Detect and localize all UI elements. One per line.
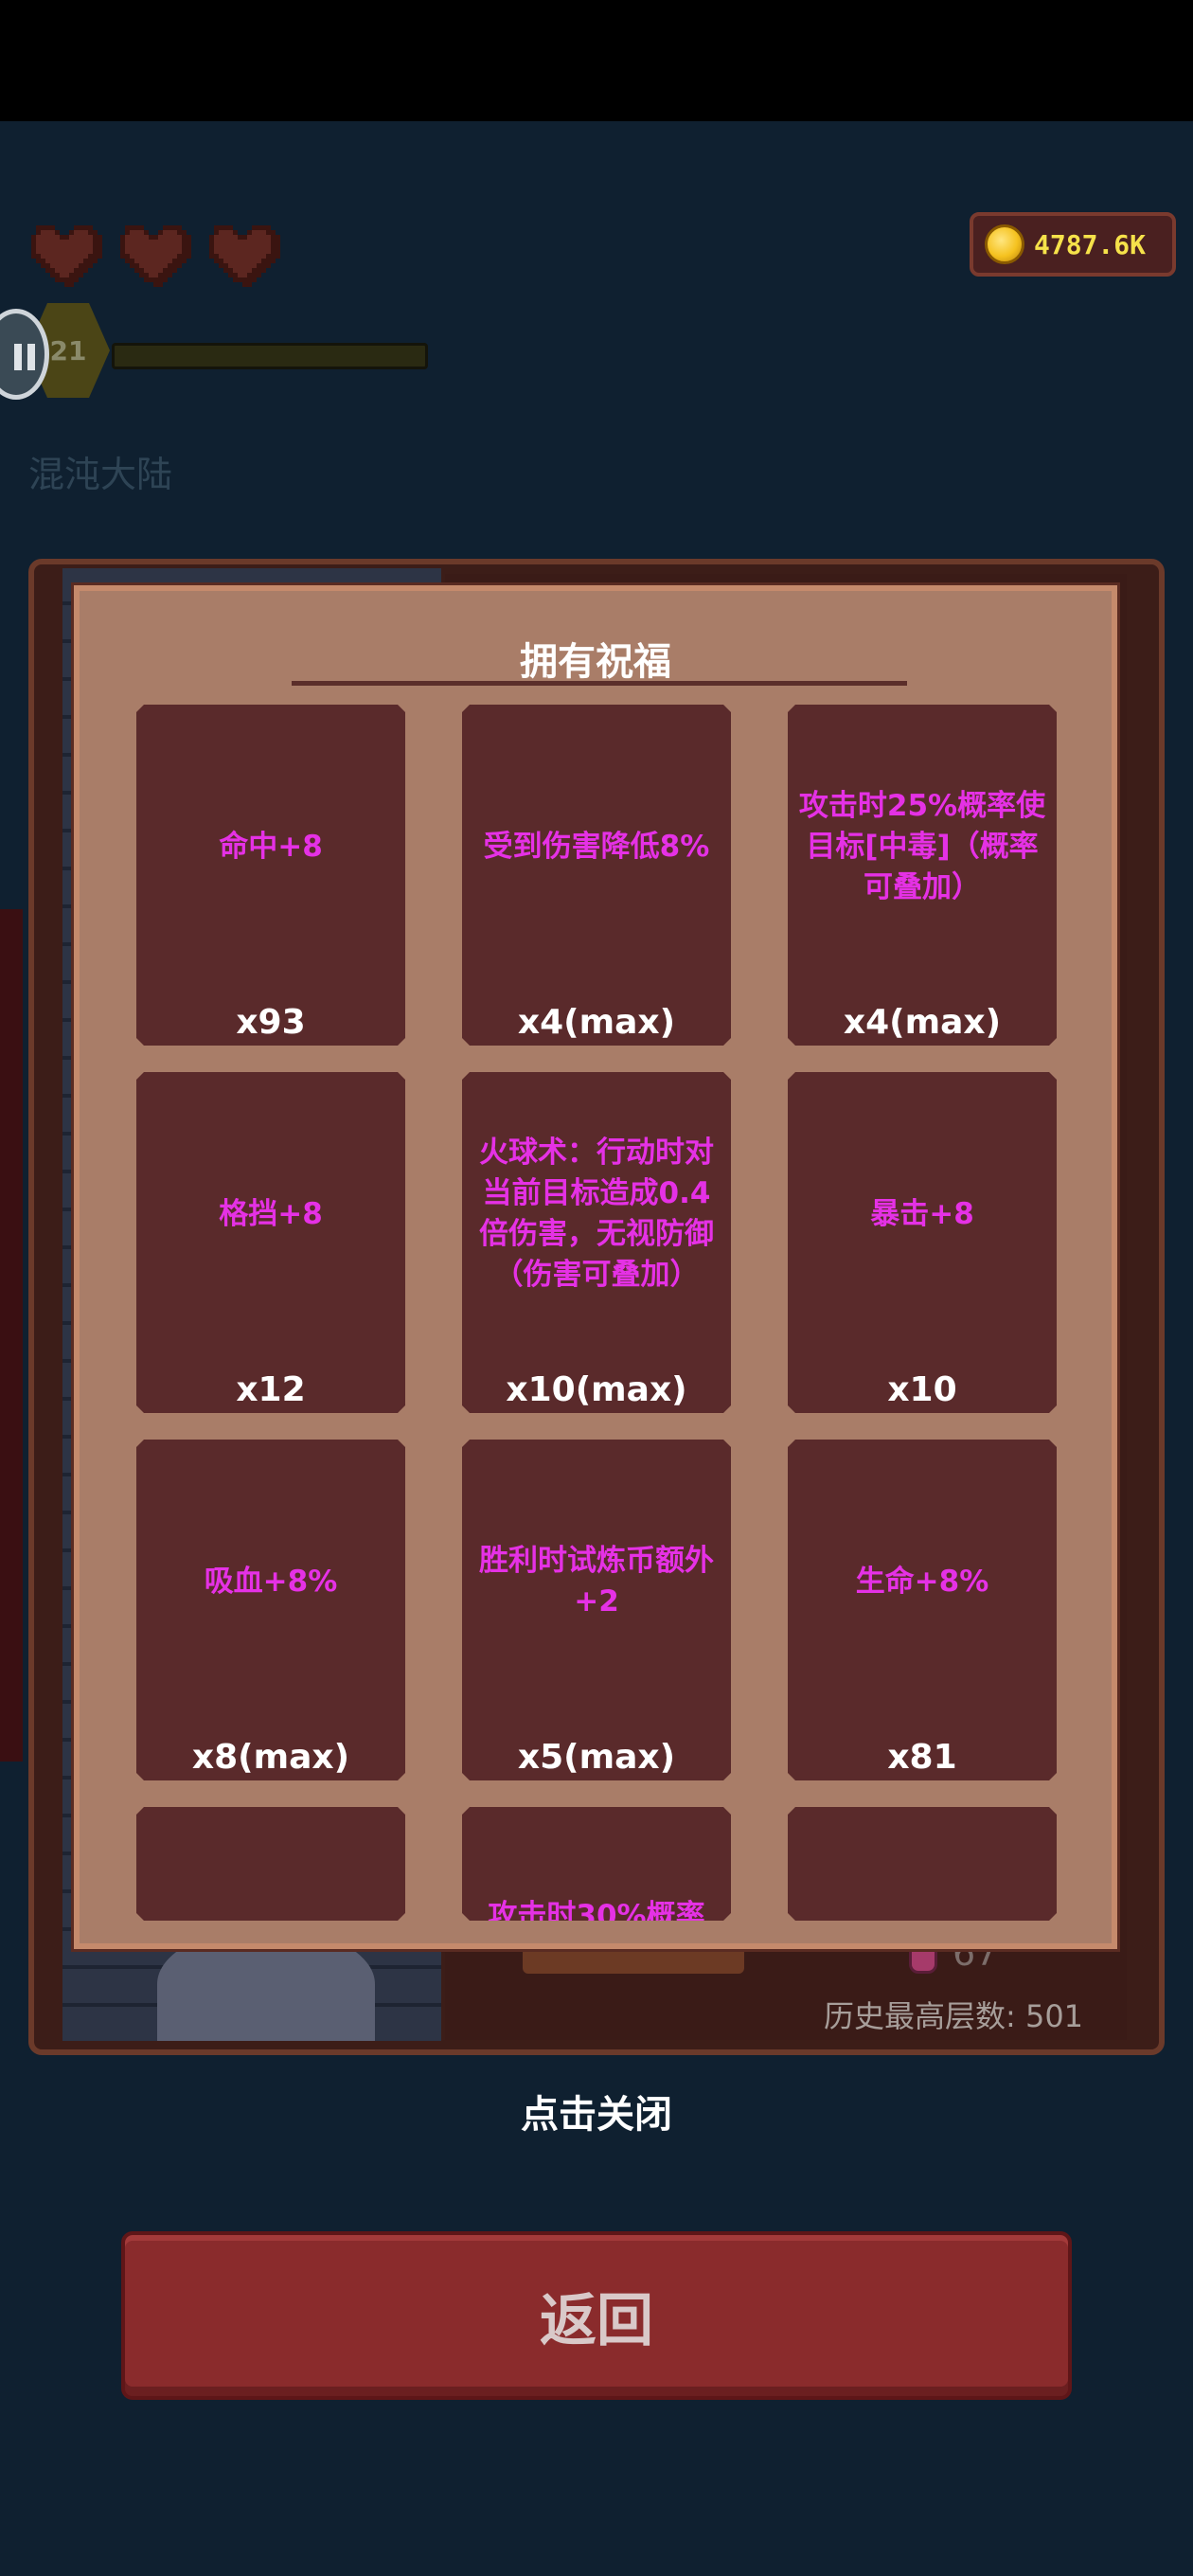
blessing-count: x4(max) xyxy=(843,1003,1002,1042)
level-number: 21 xyxy=(49,334,87,367)
blessing-desc xyxy=(797,1892,1047,1940)
blessing-card[interactable]: 攻击时25%概率使目标[中毒]（概率可叠加） x4(max) xyxy=(788,705,1057,1046)
coin-icon xyxy=(985,224,1024,264)
xp-bar xyxy=(112,343,428,369)
heart-icon xyxy=(209,225,280,287)
blessing-desc: 火球术：行动时对当前目标造成0.4倍伤害，无视防御（伤害可叠加） xyxy=(479,1136,714,1292)
blessing-card[interactable] xyxy=(788,1807,1057,1921)
blessing-desc: 生命+8% xyxy=(855,1564,989,1599)
blessing-count: x10(max) xyxy=(506,1370,687,1409)
coin-amount: 4787.6K xyxy=(1034,228,1147,260)
blessing-card[interactable] xyxy=(136,1807,405,1921)
blessing-card[interactable]: 格挡+8 x12 xyxy=(136,1072,405,1413)
blessing-desc: 攻击时30%概率 xyxy=(488,1898,705,1933)
blessing-card[interactable]: 命中+8 x93 xyxy=(136,705,405,1046)
history-best-floor: 历史最高层数: 501 xyxy=(824,1998,1084,2034)
side-panel-edge xyxy=(0,909,23,1762)
blessing-card[interactable]: 受到伤害降低8% x4(max) xyxy=(462,705,731,1046)
hearts xyxy=(27,225,280,292)
blessing-desc: 胜利时试炼币额外+2 xyxy=(479,1544,714,1619)
blessing-count: x5(max) xyxy=(517,1738,676,1777)
blessing-count: x8(max) xyxy=(191,1738,350,1777)
blessing-count: x4(max) xyxy=(517,1003,676,1042)
blessing-desc xyxy=(146,1892,396,1940)
blessing-card[interactable]: 攻击时30%概率 xyxy=(462,1807,731,1921)
tap-to-close-hint[interactable]: 点击关闭 xyxy=(0,2084,1193,2138)
blessing-card[interactable]: 生命+8% x81 xyxy=(788,1440,1057,1780)
blessing-card[interactable]: 暴击+8 x10 xyxy=(788,1072,1057,1413)
blessings-modal[interactable]: 拥有祝福 命中+8 x93 受到伤害降低8% x4(max) 攻击时25%概率使… xyxy=(74,585,1117,1949)
back-button[interactable]: 返回 xyxy=(121,2231,1072,2400)
title-divider xyxy=(292,681,907,686)
modal-title: 拥有祝福 xyxy=(520,640,671,684)
blessing-desc: 攻击时25%概率使目标[中毒]（概率可叠加） xyxy=(798,788,1046,904)
blessing-count: x81 xyxy=(887,1738,957,1777)
back-button-label: 返回 xyxy=(540,2287,653,2354)
blessing-card[interactable]: 火球术：行动时对当前目标造成0.4倍伤害，无视防御（伤害可叠加） x10(max… xyxy=(462,1072,731,1413)
blessing-card[interactable]: 吸血+8% x8(max) xyxy=(136,1440,405,1780)
blessing-desc: 格挡+8 xyxy=(219,1196,323,1231)
blessing-count: x12 xyxy=(236,1370,306,1409)
blessing-card[interactable]: 胜利时试炼币额外+2 x5(max) xyxy=(462,1440,731,1780)
blessing-desc: 受到伤害降低8% xyxy=(483,829,710,864)
coin-counter[interactable]: 4787.6K xyxy=(970,212,1176,277)
region-name: 混沌大陆 xyxy=(28,454,173,495)
blessing-count: x10 xyxy=(887,1370,957,1409)
heart-icon xyxy=(120,225,191,287)
blessing-count: x93 xyxy=(236,1003,306,1042)
blessing-grid[interactable]: 命中+8 x93 受到伤害降低8% x4(max) 攻击时25%概率使目标[中毒… xyxy=(136,705,1064,1921)
blessing-desc: 暴击+8 xyxy=(870,1196,974,1231)
blessing-desc: 吸血+8% xyxy=(204,1564,338,1599)
blessing-desc: 命中+8 xyxy=(219,829,323,864)
status-bar xyxy=(0,0,1193,121)
heart-icon xyxy=(31,225,102,287)
